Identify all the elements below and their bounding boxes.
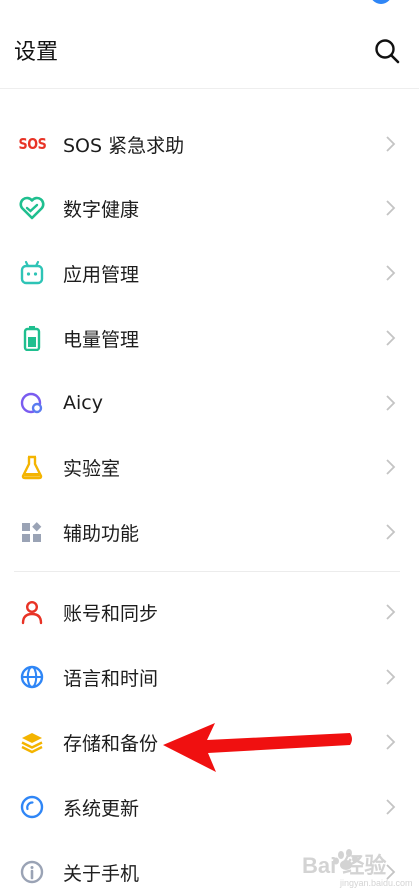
settings-item-accessibility[interactable]: 辅助功能 bbox=[0, 500, 419, 564]
system-update-icon bbox=[18, 793, 46, 821]
settings-item-app-manage[interactable]: 应用管理 bbox=[0, 241, 419, 305]
sos-icon: SOS bbox=[18, 135, 46, 153]
settings-item-account[interactable]: 账号和同步 bbox=[0, 580, 419, 644]
settings-item-label: 系统更新 bbox=[63, 797, 140, 820]
search-button[interactable] bbox=[372, 36, 402, 66]
globe-icon bbox=[18, 663, 46, 691]
settings-item-digital-health[interactable]: 数字健康 bbox=[0, 176, 419, 240]
settings-item-aicy[interactable]: Aicy bbox=[0, 371, 419, 435]
chevron-right-icon bbox=[386, 330, 396, 346]
chevron-right-icon bbox=[386, 734, 396, 750]
page-title: 设置 bbox=[14, 40, 59, 65]
watermark-subtext: jingyan.baidu.com bbox=[339, 878, 413, 888]
watermark-text: Bai 经验 bbox=[302, 853, 386, 878]
settings-item-label: 辅助功能 bbox=[63, 522, 140, 545]
chevron-right-icon bbox=[386, 265, 396, 281]
section-divider bbox=[14, 571, 400, 572]
settings-item-battery[interactable]: 电量管理 bbox=[0, 306, 419, 370]
settings-item-language-time[interactable]: 语言和时间 bbox=[0, 645, 419, 709]
watermark: Bai 经验 jingyan.baidu.com bbox=[300, 843, 415, 888]
settings-item-label: 存储和备份 bbox=[63, 732, 159, 755]
app-manage-icon bbox=[18, 259, 46, 287]
chevron-right-icon bbox=[386, 136, 396, 152]
header-divider bbox=[0, 88, 419, 89]
battery-icon bbox=[18, 324, 46, 352]
chevron-right-icon bbox=[386, 669, 396, 685]
settings-item-system-update[interactable]: 系统更新 bbox=[0, 775, 419, 839]
settings-item-label: 应用管理 bbox=[63, 263, 140, 286]
page-header: 设置 bbox=[0, 0, 419, 90]
settings-item-lab[interactable]: 实验室 bbox=[0, 435, 419, 499]
settings-item-sos[interactable]: SOS SOS 紧急求助 bbox=[0, 112, 419, 176]
chevron-right-icon bbox=[386, 524, 396, 540]
settings-item-label: 数字健康 bbox=[63, 198, 140, 221]
chevron-right-icon bbox=[386, 799, 396, 815]
account-icon bbox=[18, 598, 46, 626]
aicy-icon bbox=[18, 389, 46, 417]
digital-health-icon bbox=[18, 194, 46, 222]
search-icon bbox=[375, 39, 400, 64]
settings-item-label: 电量管理 bbox=[63, 328, 140, 351]
settings-item-label: 语言和时间 bbox=[63, 667, 159, 690]
settings-item-label: Aicy bbox=[63, 392, 103, 414]
info-icon bbox=[18, 858, 46, 886]
settings-item-label: 关于手机 bbox=[63, 862, 140, 885]
chevron-right-icon bbox=[386, 200, 396, 216]
lab-flask-icon bbox=[18, 453, 46, 481]
settings-item-label: SOS 紧急求助 bbox=[63, 134, 185, 157]
chevron-right-icon bbox=[386, 459, 396, 475]
chevron-right-icon bbox=[386, 604, 396, 620]
annotation-arrow-icon bbox=[163, 723, 352, 772]
chevron-right-icon bbox=[386, 395, 396, 411]
settings-item-label: 账号和同步 bbox=[63, 602, 159, 625]
accessibility-icon bbox=[18, 518, 46, 546]
settings-item-label: 实验室 bbox=[63, 457, 121, 480]
storage-layers-icon bbox=[18, 728, 46, 756]
